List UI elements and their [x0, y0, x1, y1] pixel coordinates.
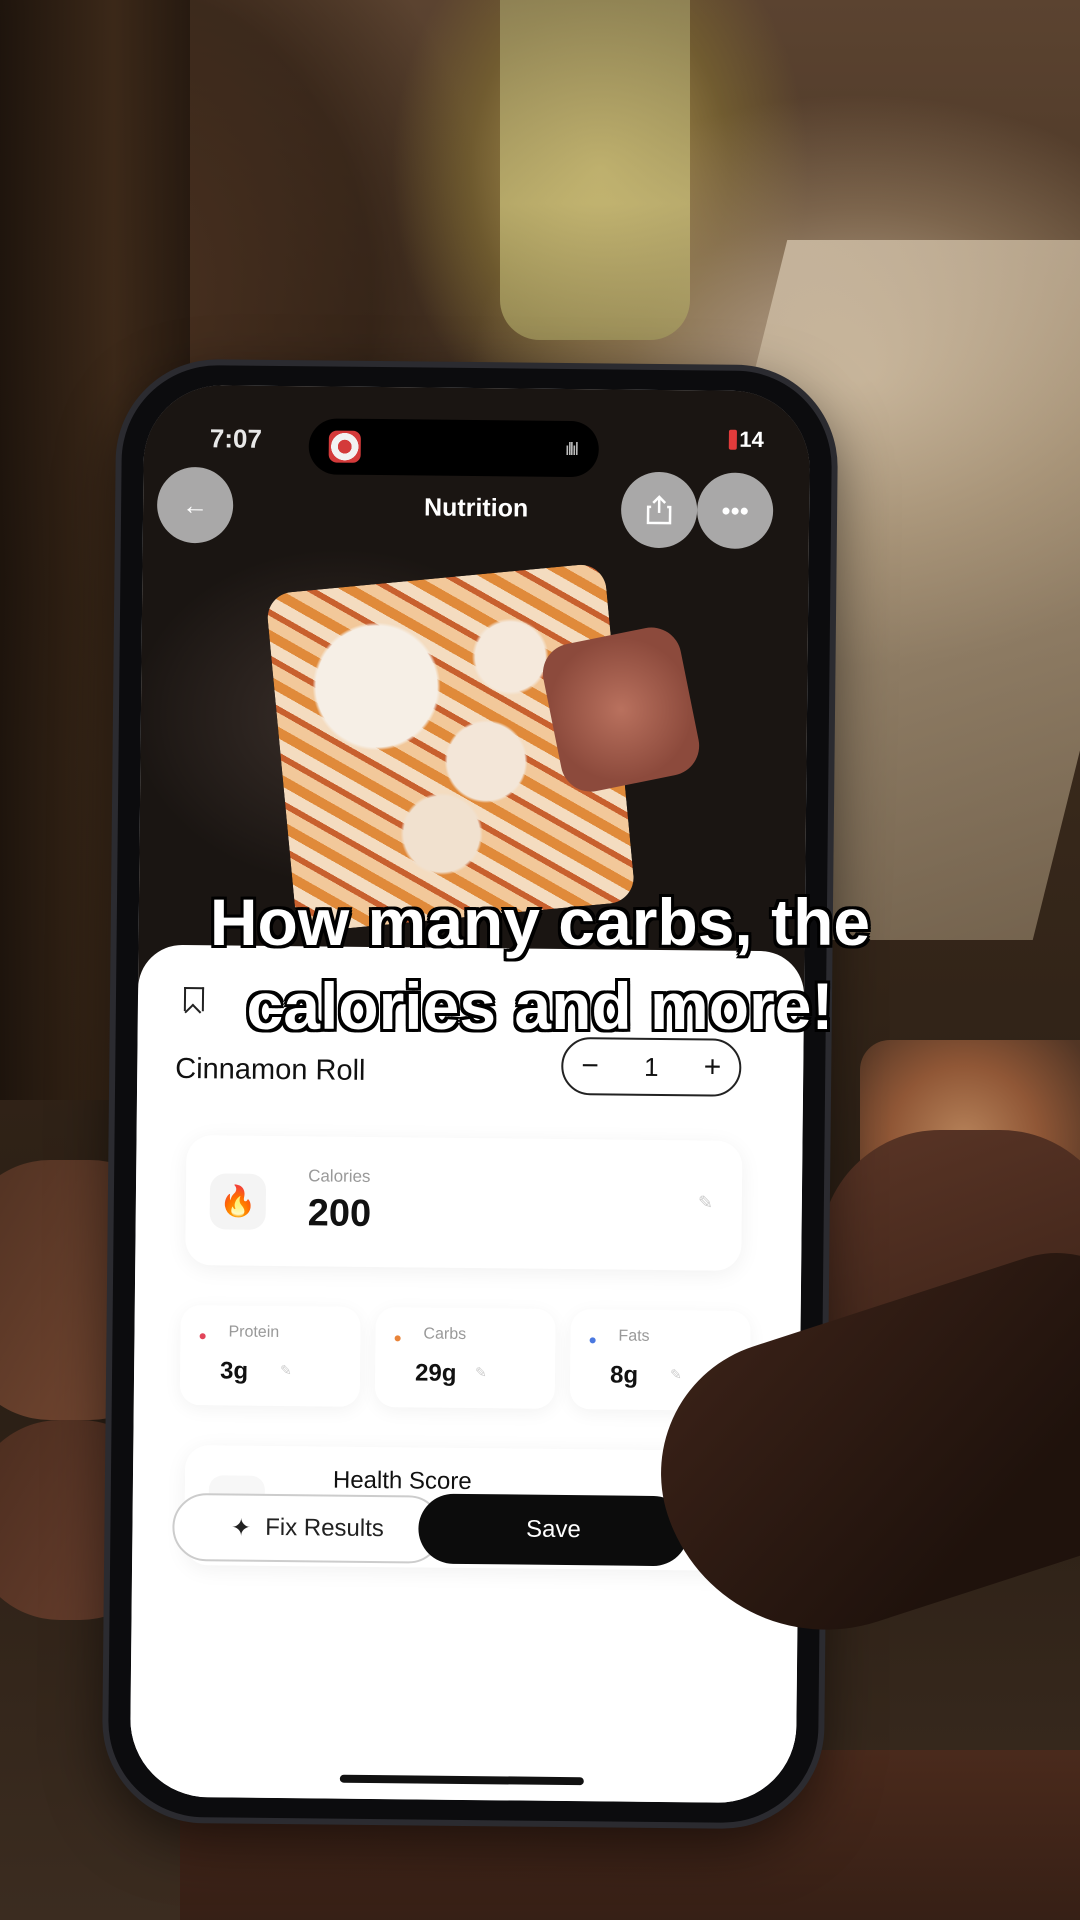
- carbs-icon: ●: [393, 1329, 403, 1346]
- side-food-image: [537, 622, 705, 797]
- phone-device: 7:07 ıllıl 14 ← Nutrition ••• Cinnamon R…: [107, 364, 833, 1824]
- edit-pencil-icon[interactable]: ✎: [670, 1366, 682, 1383]
- nutrition-sheet: Cinnamon Roll − 1 + 🔥 Calories 200 ✎ ● P…: [129, 944, 805, 1804]
- save-button[interactable]: Save: [418, 1493, 689, 1567]
- macro-fats[interactable]: ● Fats 8g ✎: [569, 1309, 751, 1411]
- health-score-label: Health Score: [332, 1466, 472, 1496]
- macro-label: Protein: [228, 1323, 280, 1342]
- food-name: Cinnamon Roll: [175, 1052, 366, 1087]
- calories-card[interactable]: 🔥 Calories 200 ✎: [185, 1135, 743, 1271]
- calories-value: 200: [307, 1192, 372, 1235]
- battery-indicator: 14: [728, 427, 764, 453]
- increment-button[interactable]: +: [704, 1050, 722, 1083]
- decrement-button[interactable]: −: [581, 1049, 599, 1082]
- caption-line-2: calories and more!: [246, 969, 834, 1043]
- macro-label: Fats: [618, 1327, 650, 1345]
- phone-screen: 7:07 ıllıl 14 ← Nutrition ••• Cinnamon R…: [129, 384, 811, 1804]
- ellipsis-icon: •••: [721, 495, 749, 526]
- sparkle-icon: ✦: [230, 1514, 252, 1542]
- caption-line-1: How many carbs, the: [209, 885, 871, 959]
- nav-bar: ← Nutrition •••: [143, 466, 810, 554]
- share-icon: [646, 495, 672, 525]
- fix-results-label: Fix Results: [265, 1513, 384, 1543]
- share-button[interactable]: [620, 471, 698, 549]
- calories-label: Calories: [308, 1166, 371, 1186]
- more-options-button[interactable]: •••: [696, 472, 774, 550]
- macro-value: 3g: [219, 1357, 249, 1385]
- island-app-icon: [328, 430, 361, 463]
- right-hand: [820, 1130, 1080, 1550]
- flame-icon: 🔥: [209, 1173, 267, 1230]
- macro-protein[interactable]: ● Protein 3g ✎: [179, 1304, 361, 1407]
- fix-results-button[interactable]: ✦ Fix Results: [172, 1492, 443, 1564]
- status-time: 7:07: [209, 423, 263, 454]
- protein-icon: ●: [198, 1327, 208, 1344]
- battery-level: 14: [739, 426, 765, 453]
- background-glass: [500, 0, 690, 340]
- health-score-value: 4/10: [674, 1468, 722, 1496]
- battery-icon: [728, 429, 737, 450]
- edit-pencil-icon[interactable]: ✎: [280, 1362, 292, 1379]
- macro-label: Carbs: [423, 1325, 467, 1343]
- macro-value: 8g: [609, 1361, 639, 1389]
- edit-pencil-icon[interactable]: ✎: [475, 1364, 487, 1381]
- macro-value: 29g: [414, 1359, 457, 1387]
- macros-row: ● Protein 3g ✎ ● Carbs 29g ✎ ● Fats 8g ✎: [179, 1304, 751, 1411]
- audio-wave-icon: ıllıl: [564, 438, 577, 460]
- video-caption: How many carbs, the calories and more!: [0, 880, 1080, 1048]
- status-bar: 7:07 ıllıl 14: [144, 413, 810, 478]
- quantity-value: 1: [643, 1051, 659, 1082]
- fats-icon: ●: [588, 1331, 597, 1348]
- macro-carbs[interactable]: ● Carbs 29g ✎: [374, 1307, 556, 1409]
- edit-pencil-icon[interactable]: ✎: [698, 1192, 713, 1213]
